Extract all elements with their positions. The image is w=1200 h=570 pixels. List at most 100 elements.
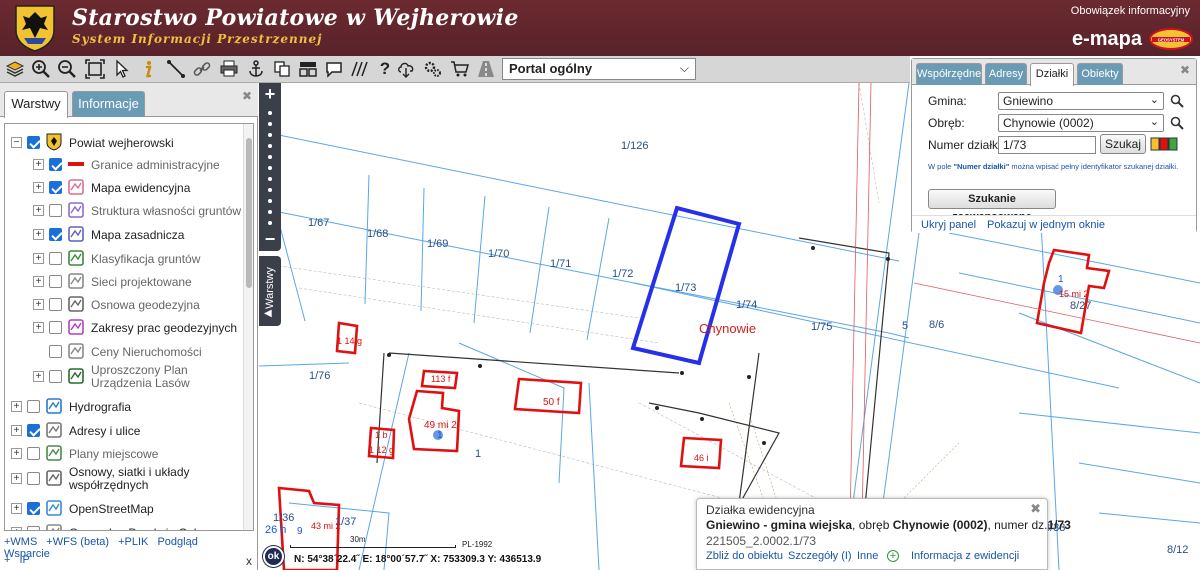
details-link[interactable]: Szczegóły (I)	[788, 550, 852, 562]
zoom-level-dot[interactable]	[268, 166, 272, 170]
layer-row[interactable]: + Plany miejscowe	[5, 443, 241, 465]
zoom-level-dot[interactable]	[268, 177, 272, 181]
layer-row[interactable]: + Zakresy prac geodezyjnych	[5, 317, 241, 339]
tab-obiekty[interactable]: Obiekty	[1077, 63, 1123, 85]
collapse-search-icon[interactable]: ✖	[1180, 63, 1190, 77]
layer-checkbox[interactable]	[49, 181, 62, 194]
expand-icon[interactable]: +	[33, 182, 44, 193]
layer-row[interactable]: + Osnowy, siatki i układy współrzędnych	[5, 466, 241, 492]
layers-icon[interactable]	[5, 59, 25, 79]
ip-link[interactable]: IP	[19, 554, 29, 566]
parcel-number-input[interactable]: 1/73	[998, 136, 1096, 154]
hatch-icon[interactable]	[350, 59, 370, 79]
zoom-to-object-link[interactable]: Zbliż do obiektu	[706, 550, 783, 562]
expand-icon[interactable]: +	[33, 253, 44, 264]
obreb-select[interactable]: Chynowie (0002) ⌄	[998, 114, 1164, 132]
layout-icon[interactable]	[298, 59, 318, 79]
expand-icon[interactable]: +	[11, 425, 22, 436]
cloud-download-icon[interactable]	[396, 59, 416, 79]
help-icon[interactable]: ?	[375, 59, 395, 79]
layer-row[interactable]: + Adresy i ulice	[5, 420, 241, 442]
obligation-link[interactable]: Obowiązek informacyjny	[1071, 5, 1190, 17]
zoom-out-button[interactable]: −	[259, 229, 281, 250]
add-wms-link[interactable]: +WMS	[4, 536, 37, 548]
expand-icon[interactable]: +	[11, 473, 22, 484]
layer-checkbox[interactable]	[27, 400, 40, 413]
layer-checkbox[interactable]	[27, 526, 40, 530]
road-icon[interactable]	[476, 59, 496, 79]
collapse-panel-icon[interactable]: ✖	[242, 89, 252, 103]
layer-checkbox[interactable]	[49, 204, 62, 217]
layer-checkbox[interactable]	[27, 447, 40, 460]
search-button[interactable]: Szukaj	[1100, 134, 1146, 154]
layer-row[interactable]: + Sieci projektowane	[5, 271, 241, 293]
zoom-in-icon[interactable]	[31, 59, 51, 79]
add-wfs-link[interactable]: +WFS (beta)	[46, 536, 109, 548]
layer-row[interactable]: + Uproszczony Plan Urządzenia Lasów	[5, 364, 241, 390]
layer-row[interactable]: + Hydrografia	[5, 396, 241, 418]
layer-row[interactable]: + Struktura własności gruntów	[5, 200, 241, 222]
zoom-level-dot[interactable]	[268, 133, 272, 137]
search-icon[interactable]	[1170, 116, 1184, 130]
zoom-level-dot[interactable]	[268, 111, 272, 115]
scrollbar-thumb[interactable]	[246, 138, 252, 288]
zoom-level-dot[interactable]	[268, 210, 272, 214]
zoom-out-icon[interactable]	[57, 59, 77, 79]
layer-checkbox[interactable]	[49, 370, 62, 383]
layer-checkbox[interactable]	[49, 321, 62, 334]
layers-toggle-handle[interactable]: Warstwy ◀	[259, 256, 281, 326]
print-icon[interactable]	[219, 59, 239, 79]
layer-row[interactable]: + Granice administracyjne	[5, 154, 241, 176]
search-icon[interactable]	[1170, 94, 1184, 108]
color-mode-icon[interactable]	[1150, 137, 1178, 151]
layer-row[interactable]: − Powiat wejherowski	[5, 132, 241, 154]
collapse-icon[interactable]: −	[11, 137, 22, 148]
layer-row[interactable]: + Klasyfikacja gruntów	[5, 248, 241, 270]
close-popup-icon[interactable]: ✖	[1030, 501, 1041, 517]
add-file-link[interactable]: +PLIK	[118, 536, 148, 548]
expand-icon[interactable]: +	[33, 322, 44, 333]
tab-dzialki[interactable]: Działki	[1030, 63, 1074, 86]
layer-checkbox[interactable]	[27, 136, 40, 149]
expand-icon[interactable]: +	[33, 159, 44, 170]
expand-icon[interactable]: +	[11, 527, 22, 530]
zoom-level-dot[interactable]	[268, 199, 272, 203]
select-arrow-icon[interactable]	[112, 59, 132, 79]
zoom-level-dot[interactable]	[268, 188, 272, 192]
layer-row[interactable]: + Osnowa geodezyjna	[5, 294, 241, 316]
expand-icon[interactable]: +	[33, 371, 44, 382]
layer-checkbox[interactable]	[49, 275, 62, 288]
layer-row[interactable]: + OpenStreetMap	[5, 498, 241, 520]
other-link[interactable]: Inne	[857, 550, 878, 562]
layer-row[interactable]: + Mapa ewidencyjna	[5, 177, 241, 199]
zoom-level-dot[interactable]	[268, 144, 272, 148]
expand-icon[interactable]: +	[11, 401, 22, 412]
close-links-button[interactable]: x	[246, 554, 252, 568]
anchor-icon[interactable]	[246, 59, 266, 79]
layer-checkbox[interactable]	[27, 424, 40, 437]
expand-icon[interactable]: +	[33, 205, 44, 216]
comment-icon[interactable]	[324, 59, 344, 79]
link-icon[interactable]	[192, 59, 212, 79]
cart-icon[interactable]	[450, 59, 470, 79]
zoom-extent-icon[interactable]	[85, 59, 105, 79]
ok-button[interactable]: ok	[263, 546, 284, 567]
layer-checkbox[interactable]	[49, 252, 62, 265]
tab-adresy[interactable]: Adresy	[985, 63, 1027, 85]
advanced-search-button[interactable]: Szukanie zaawansowane	[928, 189, 1056, 223]
zoom-level-dot[interactable]	[268, 221, 272, 225]
tab-warstwy[interactable]: Warstwy	[4, 91, 68, 118]
tab-wspolrzedne[interactable]: Współrzędne	[916, 63, 982, 85]
layer-checkbox[interactable]	[27, 502, 40, 515]
info-icon[interactable]	[138, 59, 158, 79]
expand-icon[interactable]: +	[11, 448, 22, 459]
layer-checkbox[interactable]	[49, 228, 62, 241]
tab-informacje[interactable]: Informacje	[72, 91, 145, 117]
portal-select[interactable]: Portal ogólny ⌵	[502, 58, 696, 80]
single-window-link[interactable]: Pokazuj w jednym oknie	[987, 219, 1105, 231]
zoom-in-button[interactable]: +	[259, 84, 281, 105]
gmina-select[interactable]: Gniewino ⌄	[998, 92, 1164, 110]
expand-icon[interactable]: +	[33, 299, 44, 310]
layer-checkbox[interactable]	[49, 345, 62, 358]
layer-row[interactable]: Ceny Nieruchomości	[5, 341, 241, 363]
